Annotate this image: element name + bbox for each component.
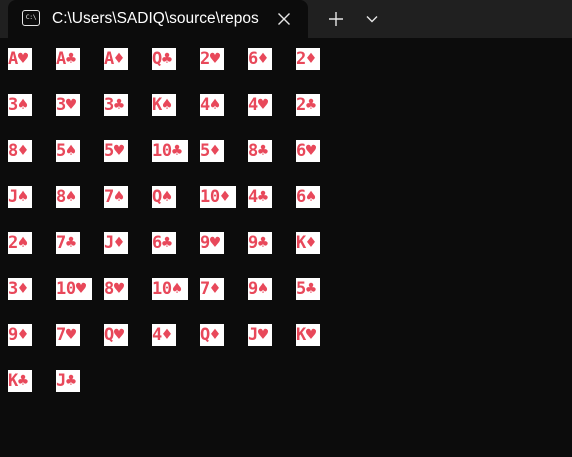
card: K♦ (296, 232, 320, 254)
card: K♠ (152, 94, 176, 116)
card: 9♥ (200, 232, 224, 254)
card: 4♦ (152, 324, 176, 346)
card: J♦ (104, 232, 128, 254)
card: 9♦ (8, 324, 32, 346)
card: Q♥ (104, 324, 128, 346)
card: 8♦ (8, 140, 32, 162)
card: 10♠ (152, 278, 188, 300)
card: 3♦ (8, 278, 32, 300)
tab-active[interactable]: C:\ C:\Users\SADIQ\source\repos (8, 0, 308, 38)
card: 4♥ (248, 94, 272, 116)
card: Q♠ (152, 186, 176, 208)
card: A♦ (104, 48, 128, 70)
card: 3♠ (8, 94, 32, 116)
close-icon (278, 13, 290, 25)
card: 9♣ (248, 232, 272, 254)
card: 6♦ (248, 48, 272, 70)
card: Q♣ (152, 48, 176, 70)
card: J♥ (248, 324, 272, 346)
card: 6♥ (296, 140, 320, 162)
card: 6♣ (152, 232, 176, 254)
card: 3♣ (104, 94, 128, 116)
card: 2♣ (296, 94, 320, 116)
card: 2♦ (296, 48, 320, 70)
card: 9♠ (248, 278, 272, 300)
card: K♣ (8, 370, 32, 392)
card: 8♣ (248, 140, 272, 162)
card: A♥ (8, 48, 32, 70)
card: 5♥ (104, 140, 128, 162)
card: K♥ (296, 324, 320, 346)
card: J♠ (8, 186, 32, 208)
card: 5♠ (56, 140, 80, 162)
card: 7♣ (56, 232, 80, 254)
card: 5♣ (296, 278, 320, 300)
console-output[interactable]: A♥ A♣ A♦ Q♣ 2♥ 6♦ 2♦ 3♠ 3♥ 3♣ K♠ 4♠ 4♥ 2♣ 8♦ 5♠ 5♥ 10♣ 5♦ 8… (0, 38, 572, 457)
card: 6♠ (296, 186, 320, 208)
card: 8♥ (104, 278, 128, 300)
card: Q♦ (200, 324, 224, 346)
card: A♣ (56, 48, 80, 70)
card: 2♠ (8, 232, 32, 254)
card: 10♦ (200, 186, 236, 208)
terminal-window: C:\ C:\Users\SADIQ\source\repos A♥ A♣ A♦ Q♣… (0, 0, 572, 457)
card: J♣ (56, 370, 80, 392)
tab-bar: C:\ C:\Users\SADIQ\source\repos (0, 0, 572, 38)
card: 8♠ (56, 186, 80, 208)
card: 10♣ (152, 140, 188, 162)
card: 3♥ (56, 94, 80, 116)
card: 2♥ (200, 48, 224, 70)
plus-icon (329, 12, 343, 26)
card: 4♣ (248, 186, 272, 208)
new-tab-button[interactable] (322, 6, 350, 32)
terminal-icon: C:\ (22, 10, 40, 26)
tab-title: C:\Users\SADIQ\source\repos (52, 10, 259, 27)
card: 7♦ (200, 278, 224, 300)
card: 7♥ (56, 324, 80, 346)
card: 7♠ (104, 186, 128, 208)
card: 10♥ (56, 278, 92, 300)
card: 5♦ (200, 140, 224, 162)
chevron-down-icon (366, 16, 378, 23)
card: 4♠ (200, 94, 224, 116)
tab-dropdown-button[interactable] (358, 6, 386, 32)
tab-close-button[interactable] (272, 7, 296, 31)
